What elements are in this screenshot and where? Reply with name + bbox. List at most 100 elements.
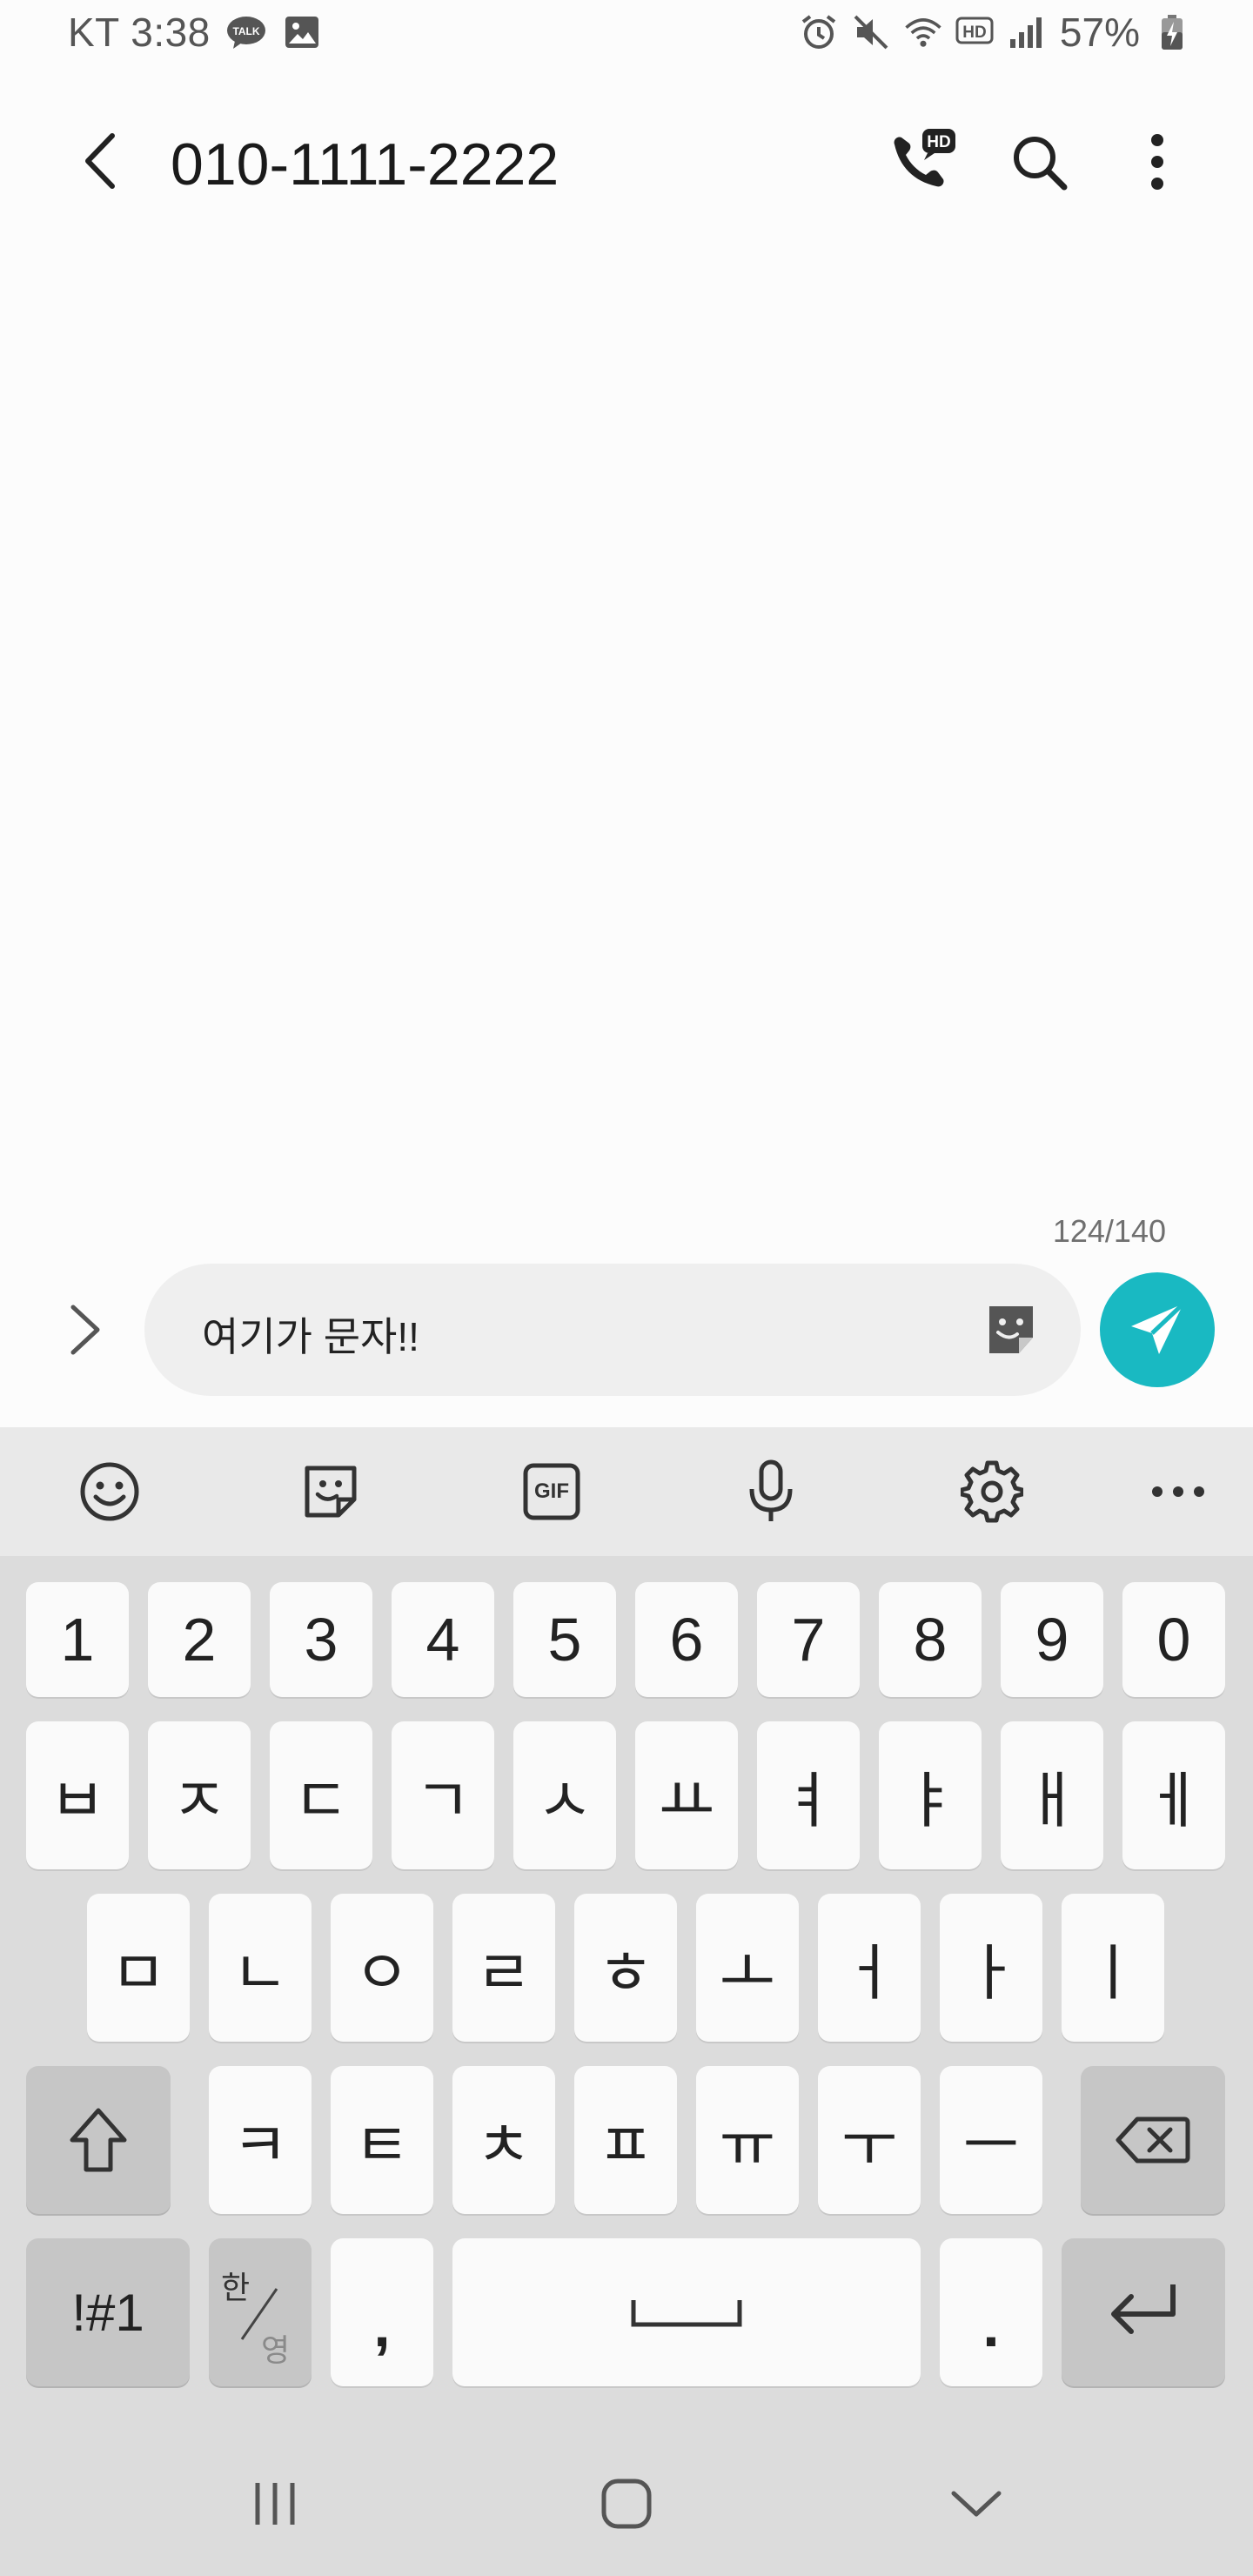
hd-voice-icon: HD — [955, 12, 995, 52]
key-e[interactable]: ㅔ — [1122, 1721, 1225, 1869]
key-4[interactable]: 4 — [392, 1582, 494, 1697]
backspace-icon — [1116, 2116, 1190, 2163]
key-yeo[interactable]: ㅕ — [757, 1721, 860, 1869]
battery-percent: 57% — [1059, 10, 1140, 55]
search-icon — [1014, 137, 1068, 191]
settings-icon — [961, 1460, 1023, 1523]
key-pieup[interactable]: ㅍ — [574, 2066, 677, 2214]
key-3[interactable]: 3 — [270, 1582, 372, 1697]
lang-key-bottom: 영 — [261, 2333, 291, 2369]
language-switch-key[interactable]: 한 영 — [209, 2238, 312, 2386]
key-ieung[interactable]: ㅇ — [331, 1894, 433, 2042]
key-eo[interactable]: ㅓ — [818, 1894, 921, 2042]
app-bar: 010-1111-2222 HD — [0, 104, 1253, 218]
back-arrow-icon — [85, 133, 115, 189]
key-u[interactable]: ㅜ — [818, 2066, 921, 2214]
hd-call-icon: HD — [894, 129, 955, 187]
send-button[interactable] — [1100, 1272, 1215, 1387]
space-bar-icon — [631, 2300, 742, 2327]
key-chieut[interactable]: ㅊ — [452, 2066, 555, 2214]
period-key-label: . — [982, 2291, 1000, 2359]
key-9[interactable]: 9 — [1001, 1582, 1103, 1697]
key-hieut[interactable]: ㅎ — [574, 1894, 677, 2042]
key-jieut[interactable]: ㅈ — [148, 1721, 251, 1869]
hd-call-button[interactable]: HD — [879, 120, 962, 204]
keyboard-toolbar: GIF — [0, 1427, 1253, 1556]
enter-icon — [1111, 2284, 1176, 2334]
comma-key[interactable]: , — [331, 2238, 433, 2386]
home-icon — [601, 2479, 652, 2529]
voice-input-button[interactable] — [736, 1457, 806, 1526]
status-bar-right: HD 57% — [799, 9, 1192, 56]
expand-attach-button[interactable] — [50, 1293, 120, 1366]
key-1[interactable]: 1 — [26, 1582, 129, 1697]
key-5[interactable]: 5 — [513, 1582, 616, 1697]
toolbar-more-button[interactable] — [1143, 1457, 1213, 1526]
key-mieum[interactable]: ㅁ — [87, 1894, 190, 2042]
navigation-bar — [0, 2430, 1253, 2576]
conversation-title: 010-1111-2222 — [171, 131, 559, 198]
key-eu[interactable]: ㅡ — [940, 2066, 1042, 2214]
message-input[interactable]: 여기가 문자!! — [144, 1264, 1081, 1396]
key-i[interactable]: ㅣ — [1062, 1894, 1164, 2042]
sticker-button[interactable] — [980, 1298, 1042, 1361]
period-key[interactable]: . — [940, 2238, 1042, 2386]
search-button[interactable] — [997, 120, 1081, 204]
keyboard-settings-button[interactable] — [957, 1457, 1027, 1526]
mic-icon — [749, 1459, 793, 1521]
status-time: KT 3:38 — [68, 10, 211, 55]
nav-back-button[interactable] — [933, 2465, 1020, 2543]
key-digeut[interactable]: ㄷ — [270, 1721, 372, 1869]
key-giyeok[interactable]: ㄱ — [392, 1721, 494, 1869]
status-bar-left: KT 3:38 TALK — [68, 9, 322, 56]
shift-key[interactable] — [26, 2066, 171, 2214]
more-horiz-icon — [1152, 1486, 1204, 1497]
recents-button[interactable] — [231, 2465, 318, 2543]
back-chevron-icon — [951, 2491, 1002, 2517]
key-bieup[interactable]: ㅂ — [26, 1721, 129, 1869]
expand-chevron-icon — [70, 1305, 100, 1355]
key-rieul[interactable]: ㄹ — [452, 1894, 555, 2042]
key-6[interactable]: 6 — [635, 1582, 738, 1697]
gallery-icon — [282, 12, 322, 52]
battery-charging-icon — [1152, 12, 1192, 52]
svg-text:HD: HD — [927, 133, 950, 151]
space-key[interactable] — [452, 2238, 921, 2386]
talk-icon: TALK — [226, 12, 266, 52]
key-o[interactable]: ㅗ — [696, 1894, 799, 2042]
shift-arrow-icon — [70, 2108, 127, 2172]
key-0[interactable]: 0 — [1122, 1582, 1225, 1697]
emoji-icon — [80, 1462, 139, 1521]
key-ya[interactable]: ㅑ — [879, 1721, 982, 1869]
more-options-button[interactable] — [1116, 120, 1199, 204]
symbols-key-label: !#1 — [71, 2283, 144, 2342]
symbols-key[interactable]: !#1 — [26, 2238, 190, 2386]
sticker-icon — [989, 1306, 1033, 1353]
key-nieun[interactable]: ㄴ — [209, 1894, 312, 2042]
status-bar: KT 3:38 TALK HD 57% — [0, 0, 1253, 73]
key-kieuk[interactable]: ㅋ — [209, 2066, 312, 2214]
home-button[interactable] — [583, 2465, 670, 2543]
gif-label: GIF — [534, 1479, 569, 1503]
key-a[interactable]: ㅏ — [940, 1894, 1042, 2042]
message-input-text[interactable]: 여기가 문자!! — [202, 1305, 419, 1363]
key-yu[interactable]: ㅠ — [696, 2066, 799, 2214]
comma-key-label: , — [373, 2291, 391, 2359]
key-yo[interactable]: ㅛ — [635, 1721, 738, 1869]
signal-icon — [1008, 12, 1048, 52]
mute-icon — [851, 12, 891, 52]
sticker-keyboard-button[interactable] — [296, 1457, 365, 1526]
svg-text:TALK: TALK — [232, 25, 259, 37]
emoji-button[interactable] — [75, 1457, 144, 1526]
key-ae[interactable]: ㅐ — [1001, 1721, 1103, 1869]
key-2[interactable]: 2 — [148, 1582, 251, 1697]
gif-button[interactable]: GIF — [517, 1457, 586, 1526]
back-button[interactable] — [61, 122, 139, 200]
backspace-key[interactable] — [1081, 2066, 1225, 2214]
key-8[interactable]: 8 — [879, 1582, 982, 1697]
key-siot[interactable]: ㅅ — [513, 1721, 616, 1869]
key-7[interactable]: 7 — [757, 1582, 860, 1697]
key-tieut[interactable]: ㅌ — [331, 2066, 433, 2214]
send-icon — [1131, 1302, 1185, 1354]
enter-key[interactable] — [1062, 2238, 1225, 2386]
